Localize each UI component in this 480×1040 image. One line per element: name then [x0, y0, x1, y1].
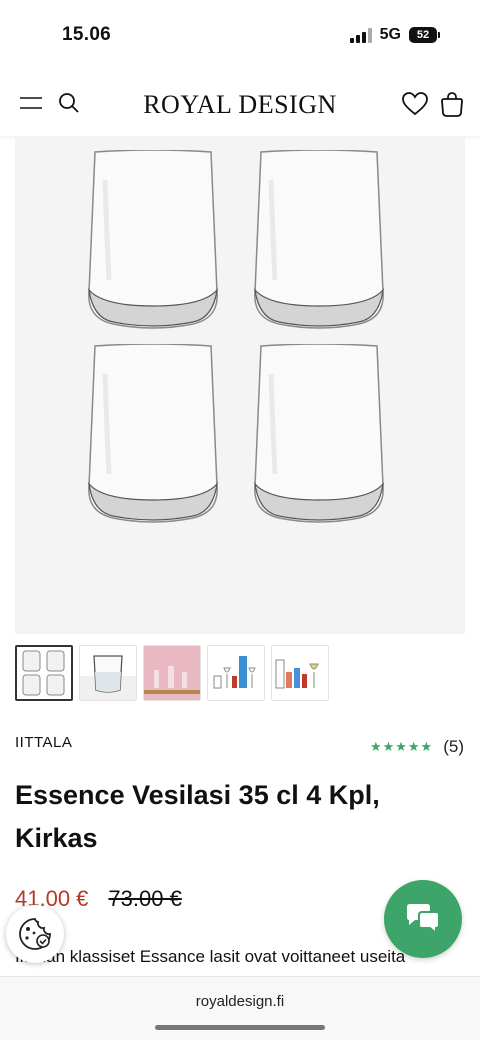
original-price: 73.00 €: [108, 886, 182, 911]
thumbnail-3[interactable]: [143, 645, 201, 701]
chat-button[interactable]: [384, 880, 462, 958]
cookie-icon: [17, 916, 53, 952]
url-text[interactable]: royaldesign.fi: [0, 993, 480, 1010]
network-label: 5G: [379, 26, 401, 43]
chat-icon: [405, 903, 441, 935]
product-image[interactable]: [15, 136, 465, 634]
bag-icon[interactable]: [440, 91, 464, 117]
thumbnail-strip: [15, 645, 329, 701]
heart-icon[interactable]: [402, 92, 428, 116]
battery-level: 52: [409, 27, 437, 43]
thumbnail-2[interactable]: [79, 645, 137, 701]
product-description: Iittalan klassiset Essance lasit ovat vo…: [15, 947, 406, 966]
signal-icon: [349, 27, 372, 43]
status-time: 15.06: [62, 24, 112, 45]
product-rating[interactable]: ★★★★★ (5): [370, 737, 464, 757]
thumbnail-5[interactable]: [271, 645, 329, 701]
product-brand[interactable]: IITTALA: [15, 734, 72, 751]
thumbnail-4[interactable]: [207, 645, 265, 701]
glass-image: [254, 150, 384, 329]
battery-icon: 52: [409, 27, 440, 43]
browser-address-bar[interactable]: royaldesign.fi: [0, 976, 480, 1040]
glass-image: [88, 150, 218, 329]
home-indicator[interactable]: [155, 1025, 325, 1030]
star-rating-icon: ★★★★★: [369, 739, 434, 754]
site-header: ROYAL DESIGN: [0, 70, 480, 136]
glass-image: [88, 344, 218, 523]
review-count[interactable]: (5): [443, 737, 464, 757]
status-indicators: 5G 52: [349, 26, 440, 44]
glass-image: [254, 344, 384, 523]
status-bar: 15.06 5G 52: [0, 0, 480, 70]
cookie-settings-button[interactable]: [6, 905, 64, 963]
thumbnail-1[interactable]: [15, 645, 73, 701]
product-title: Essence Vesilasi 35 cl 4 Kpl, Kirkas: [15, 780, 380, 853]
